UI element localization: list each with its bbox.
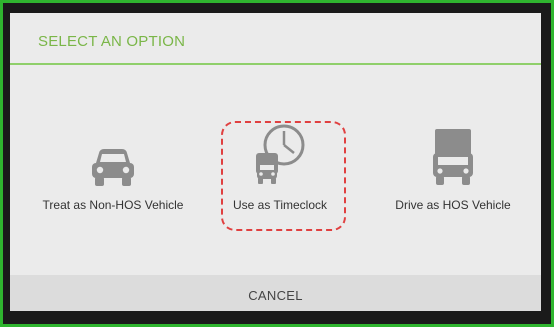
- cancel-label: CANCEL: [248, 287, 303, 303]
- truck-icon: [431, 123, 475, 187]
- select-option-dialog: SELECT AN OPTION Treat as Non-HOS Vehicl…: [10, 13, 541, 311]
- option-label: Drive as HOS Vehicle: [395, 198, 511, 212]
- option-non-hos-vehicle[interactable]: Treat as Non-HOS Vehicle: [33, 123, 193, 233]
- option-label: Use as Timeclock: [232, 198, 328, 212]
- truck-clock-icon: [250, 123, 310, 187]
- option-drive-as-hos-vehicle[interactable]: Drive as HOS Vehicle: [382, 123, 524, 233]
- dialog-header: SELECT AN OPTION: [10, 13, 541, 65]
- cancel-button[interactable]: CANCEL: [10, 275, 541, 311]
- car-icon: [89, 123, 137, 187]
- option-use-as-timeclock[interactable]: Use as Timeclock: [216, 123, 344, 233]
- dialog-title: SELECT AN OPTION: [38, 33, 186, 50]
- option-label: Treat as Non-HOS Vehicle: [42, 198, 184, 212]
